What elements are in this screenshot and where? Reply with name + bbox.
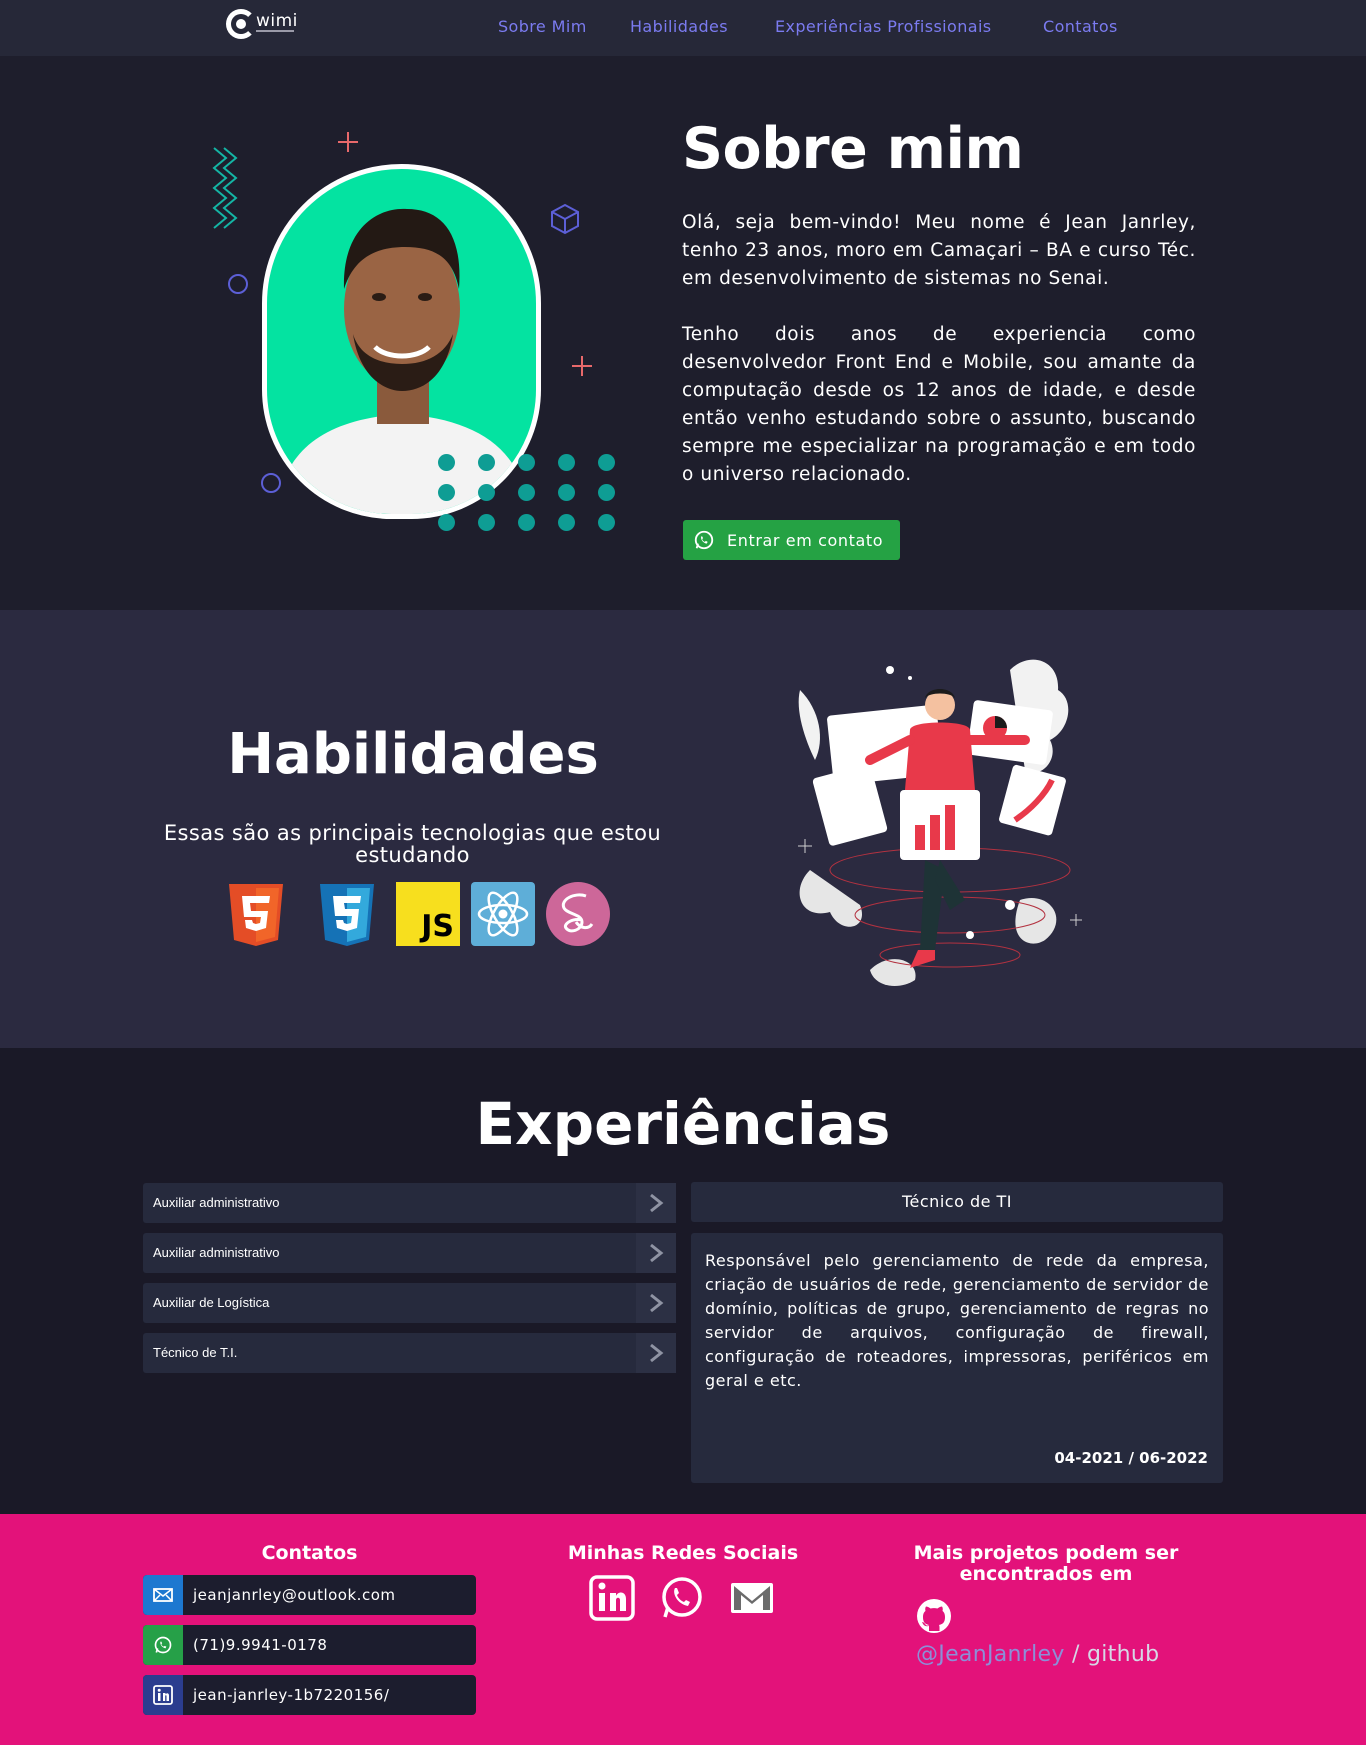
job-detail-panel: Responsável pelo gerenciamento de rede d… [691, 1233, 1223, 1483]
habilidades-section: Habilidades Essas são as principais tecn… [0, 610, 1366, 1048]
nav-link-sobre-mim[interactable]: Sobre Mim [498, 17, 587, 36]
whatsapp-icon[interactable] [659, 1575, 705, 1621]
sobre-paragraph-1: Olá, seja bem-vindo! Meu nome é Jean Jan… [682, 212, 1196, 289]
javascript-icon: JS [396, 882, 460, 946]
github-label: github [1087, 1642, 1160, 1667]
experiencias-title: Experiências [475, 1090, 891, 1158]
developer-illustration [798, 659, 1082, 986]
nav-link-habilidades[interactable]: Habilidades [630, 17, 728, 36]
css3-icon [320, 884, 374, 946]
plus-decoration-icon [572, 356, 592, 376]
contact-linkedin-text: jean-janrley-1b7220156/ [193, 1686, 390, 1704]
top-navbar: wimi Sobre Mim Habilidades Experiências … [0, 0, 1366, 56]
habilidades-title: Habilidades [227, 722, 599, 787]
chevron-right-icon[interactable] [636, 1233, 676, 1273]
nav-links: Sobre Mim Habilidades Experiências Profi… [0, 17, 1366, 39]
contact-button-label: Entrar em contato [727, 530, 884, 550]
job-detail-description: Responsável pelo gerenciamento de rede d… [705, 1251, 1209, 1390]
experiencias-section: Experiências Auxiliar administrativo Aux… [0, 1048, 1366, 1514]
redes-sociais-title: Minhas Redes Sociais [567, 1542, 799, 1564]
job-item-label: Técnico de T.I. [153, 1345, 238, 1360]
chevron-right-icon[interactable] [636, 1283, 676, 1323]
job-detail-period: 04-2021 / 06-2022 [1054, 1449, 1208, 1467]
job-item-label: Auxiliar administrativo [153, 1195, 280, 1210]
sass-icon [546, 882, 610, 946]
whatsapp-icon [694, 530, 714, 550]
linkedin-icon [143, 1675, 183, 1715]
job-item[interactable]: Técnico de T.I. [143, 1333, 676, 1373]
contact-button[interactable]: Entrar em contato [683, 520, 900, 560]
javascript-icon-label: JS [421, 909, 454, 944]
cube-decoration-icon [551, 203, 579, 235]
job-item[interactable]: Auxiliar administrativo [143, 1233, 676, 1273]
gmail-icon[interactable] [729, 1575, 775, 1621]
github-link[interactable]: @JeanJanrley / github [916, 1642, 1159, 1667]
email-icon [143, 1575, 183, 1615]
job-item-label: Auxiliar de Logística [153, 1295, 270, 1310]
job-item[interactable]: Auxiliar administrativo [143, 1183, 676, 1223]
dots-grid-decoration [438, 452, 618, 542]
nav-link-experiencias[interactable]: Experiências Profissionais [775, 17, 992, 36]
sobre-title: Sobre mim [682, 116, 1024, 182]
habilidades-subtitle: Essas são as principais tecnologias que … [163, 821, 662, 867]
nav-link-contatos[interactable]: Contatos [1043, 17, 1118, 36]
chevron-right-icon[interactable] [636, 1183, 676, 1223]
html5-icon [229, 884, 283, 946]
react-icon [471, 882, 535, 946]
job-item-label: Auxiliar administrativo [153, 1245, 280, 1260]
chevron-right-icon[interactable] [636, 1333, 676, 1373]
github-icon[interactable] [916, 1598, 952, 1634]
contact-email-text: jeanjanrley@outlook.com [193, 1586, 396, 1604]
job-item[interactable]: Auxiliar de Logística [143, 1283, 676, 1323]
circle-decoration-icon [228, 274, 248, 294]
linkedin-icon[interactable] [589, 1575, 635, 1621]
sobre-paragraph-2: Tenho dois anos de experiencia como dese… [682, 324, 1196, 485]
contact-phone[interactable]: (71)9.9941-0178 [143, 1625, 476, 1665]
github-separator: / [1064, 1642, 1087, 1667]
contact-email[interactable]: jeanjanrley@outlook.com [143, 1575, 476, 1615]
contact-phone-text: (71)9.9941-0178 [193, 1636, 328, 1654]
github-username: @JeanJanrley [916, 1642, 1065, 1667]
contatos-title: Contatos [261, 1542, 358, 1564]
plus-decoration-icon [338, 132, 358, 152]
contact-linkedin[interactable]: jean-janrley-1b7220156/ [143, 1675, 476, 1715]
whatsapp-icon [143, 1625, 183, 1665]
zigzag-decoration-icon [212, 147, 238, 229]
mais-projetos-title: Mais projetos podem ser encontrados em [913, 1542, 1179, 1585]
job-detail-title: Técnico de TI [691, 1182, 1223, 1222]
